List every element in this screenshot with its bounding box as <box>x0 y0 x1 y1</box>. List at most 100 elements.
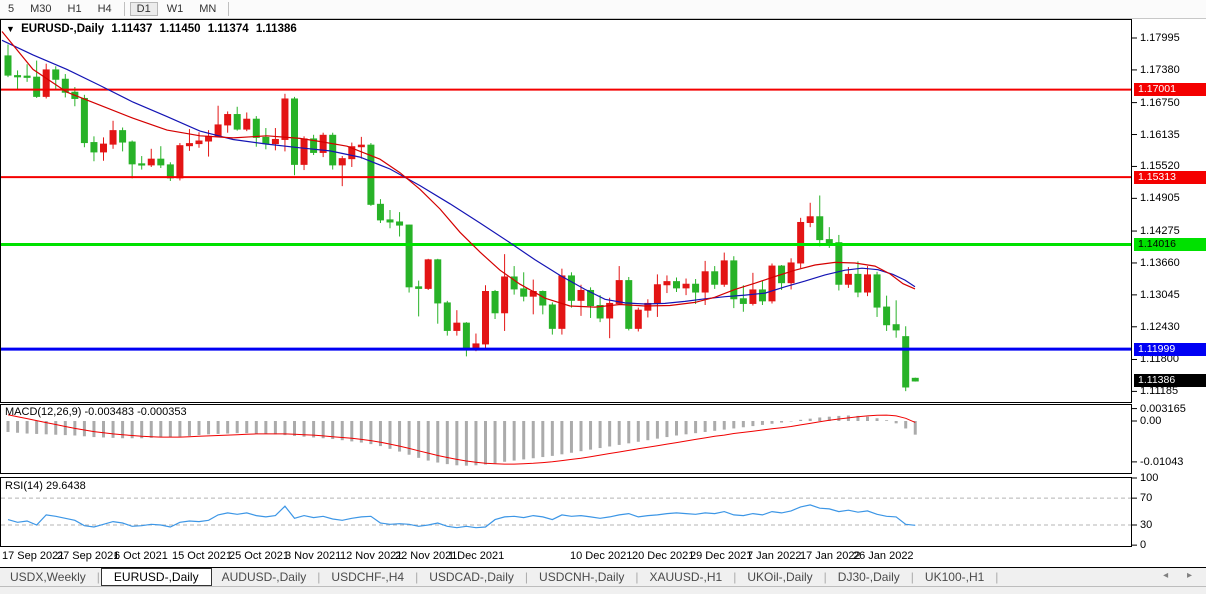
time-axis-label: 15 Oct 2021 <box>172 550 232 562</box>
candle-body <box>43 70 49 96</box>
macd-name: MACD(12,26,9) <box>5 406 81 418</box>
candle-body <box>855 274 861 292</box>
tab-separator: | <box>525 570 528 584</box>
ma-blue-line <box>2 40 915 304</box>
candle-body <box>826 240 832 243</box>
macd-indicator-label: MACD(12,26,9) -0.003483 -0.000353 <box>5 406 187 418</box>
chart-tab-usdcad-daily[interactable]: USDCAD-,Daily <box>419 569 524 585</box>
candle-body <box>769 266 775 301</box>
candle-body <box>368 145 374 204</box>
price-pane-border <box>1 20 1132 403</box>
trading-terminal-window: 5M30H1H4D1W1MN ▼ EURUSD-,Daily 1.11437 1… <box>0 0 1206 594</box>
chart-tab-usdchf-h4[interactable]: USDCHF-,H4 <box>321 569 414 585</box>
candle-body <box>483 292 489 344</box>
chart-symbol-period: EURUSD-,Daily <box>21 23 104 35</box>
candlestick-series <box>5 44 918 391</box>
tab-scroll-left-icon[interactable]: ◂ <box>1163 570 1176 581</box>
rsi-name: RSI(14) <box>5 480 43 492</box>
macd-main-value: -0.003483 <box>84 406 134 418</box>
candle-body <box>406 225 412 287</box>
rsi-axis-label: 30 <box>1140 519 1152 531</box>
time-axis-label: 20 Dec 2021 <box>632 550 694 562</box>
candle-body <box>836 243 842 285</box>
candle-body <box>712 272 718 284</box>
price-level-badge: 1.15313 <box>1134 171 1206 184</box>
candle-body <box>425 260 431 289</box>
price-axis-label: 1.14905 <box>1140 192 1180 204</box>
chart-tab-usdx-weekly[interactable]: USDX,Weekly <box>0 569 96 585</box>
chart-tab-xauusd-h1[interactable]: XAUUSD-,H1 <box>640 569 733 585</box>
rsi-axis-label: 0 <box>1140 539 1146 551</box>
price-axis-label: 1.17995 <box>1140 32 1180 44</box>
tab-separator: | <box>995 570 998 584</box>
candle-body <box>616 281 622 304</box>
candle-body <box>912 378 918 381</box>
candle-body <box>568 276 574 300</box>
candle-body <box>674 282 680 288</box>
candle-body <box>339 159 345 165</box>
price-axis-label: 1.12430 <box>1140 321 1180 333</box>
chart-tab-eurusd-daily[interactable]: EURUSD-,Daily <box>101 568 212 586</box>
chart-tab-uk100-h1[interactable]: UK100-,H1 <box>915 569 994 585</box>
candle-body <box>740 299 746 304</box>
candle-body <box>664 282 670 285</box>
time-axis-label: 26 Jan 2022 <box>853 550 914 562</box>
candle-body <box>693 284 699 292</box>
candle-body <box>845 274 851 284</box>
candle-body <box>110 131 116 144</box>
candle-body <box>120 131 126 142</box>
candle-body <box>521 289 527 296</box>
candle-body <box>282 99 288 139</box>
tab-separator: | <box>824 570 827 584</box>
candle-body <box>377 204 383 220</box>
rsi-axis-label: 70 <box>1140 492 1152 504</box>
macd-axis-label: 0.003165 <box>1140 403 1186 415</box>
tab-separator: | <box>97 570 100 584</box>
candle-body <box>884 307 890 325</box>
candle-body <box>702 272 708 292</box>
time-axis-label: 17 Sep 2021 <box>2 550 64 562</box>
chart-tab-dj30-daily[interactable]: DJ30-,Daily <box>828 569 910 585</box>
candle-body <box>330 135 336 165</box>
candle-body <box>101 144 107 152</box>
candle-body <box>798 222 804 262</box>
symbol-dropdown-icon[interactable]: ▼ <box>6 24 15 34</box>
rsi-axis-label: 100 <box>1140 472 1158 484</box>
ohlc-low: 1.11374 <box>208 23 249 35</box>
tab-separator: | <box>911 570 914 584</box>
candle-body <box>683 284 689 288</box>
chart-tab-audusd-daily[interactable]: AUDUSD-,Daily <box>212 569 317 585</box>
candle-body <box>15 76 21 77</box>
candle-body <box>492 292 498 313</box>
macd-axis-label: 0.00 <box>1140 415 1161 427</box>
candle-body <box>807 217 813 223</box>
price-axis-label: 1.17380 <box>1140 64 1180 76</box>
ohlc-open: 1.11437 <box>111 23 152 35</box>
candle-body <box>817 217 823 240</box>
candle-body <box>463 323 469 349</box>
candle-body <box>186 144 192 146</box>
time-axis-label: 10 Dec 2021 <box>570 550 632 562</box>
candle-body <box>865 275 871 292</box>
chart-tab-ukoil-daily[interactable]: UKOil-,Daily <box>737 569 822 585</box>
candle-body <box>148 159 154 165</box>
time-axis-label: 25 Oct 2021 <box>229 550 289 562</box>
price-level-badge: 1.14016 <box>1134 238 1206 251</box>
tab-scroll-arrows: ◂ ▸ <box>1163 570 1200 581</box>
candle-body <box>139 164 145 165</box>
price-axis-label: 1.13045 <box>1140 289 1180 301</box>
candle-body <box>397 222 403 225</box>
candle-body <box>225 115 231 125</box>
candle-body <box>24 76 30 77</box>
chart-tab-usdcnh-daily[interactable]: USDCNH-,Daily <box>529 569 634 585</box>
candle-body <box>129 142 135 164</box>
candle-body <box>435 260 441 303</box>
candle-body <box>874 275 880 307</box>
candle-body <box>196 141 202 144</box>
chart-canvas[interactable] <box>0 0 1206 594</box>
candle-body <box>387 220 393 222</box>
time-axis-label: 12 Nov 2021 <box>340 550 402 562</box>
tab-scroll-right-icon[interactable]: ▸ <box>1187 570 1200 581</box>
candle-body <box>416 287 422 289</box>
macd-axis-label: -0.01043 <box>1140 456 1183 468</box>
